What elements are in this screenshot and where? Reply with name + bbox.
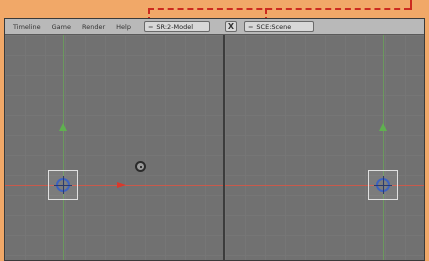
- screen-browse-icon: =: [147, 22, 154, 31]
- camera-icon[interactable]: [48, 170, 78, 200]
- menu-bar: Timeline Game Render Help = SR:2-Model X…: [5, 19, 424, 35]
- grid: [5, 35, 223, 260]
- scene-name: SCE:Scene: [256, 22, 292, 31]
- y-axis-line: [63, 35, 64, 260]
- annotation-line-right: [410, 0, 412, 10]
- y-axis-line: [383, 35, 384, 260]
- menu-timeline[interactable]: Timeline: [9, 23, 45, 31]
- screen-selector[interactable]: = SR:2-Model: [143, 21, 210, 32]
- x-axis-line: [5, 185, 223, 186]
- camera-icon[interactable]: [368, 170, 398, 200]
- object-origin-icon[interactable]: [135, 161, 146, 172]
- camera-crosshair: [374, 176, 392, 194]
- y-axis-arrow-icon: [379, 123, 387, 131]
- close-icon: X: [227, 22, 235, 31]
- 3d-viewport-right[interactable]: [225, 35, 424, 260]
- screen-name: SR:2-Model: [156, 22, 194, 31]
- menu-render[interactable]: Render: [78, 23, 109, 31]
- annotation-line-top: [148, 8, 410, 10]
- viewport-area: [5, 35, 424, 260]
- grid: [225, 35, 424, 260]
- 3d-viewport-left[interactable]: [5, 35, 225, 260]
- blender-window: Timeline Game Render Help = SR:2-Model X…: [4, 18, 425, 261]
- y-axis-arrow-icon: [59, 123, 67, 131]
- menu-help[interactable]: Help: [112, 23, 135, 31]
- camera-crosshair: [54, 176, 72, 194]
- menu-game[interactable]: Game: [48, 23, 75, 31]
- scene-browse-icon: =: [247, 22, 254, 31]
- scene-selector[interactable]: = SCE:Scene: [243, 21, 314, 32]
- delete-screen-button[interactable]: X: [224, 21, 237, 32]
- x-axis-arrow-icon: [117, 182, 126, 188]
